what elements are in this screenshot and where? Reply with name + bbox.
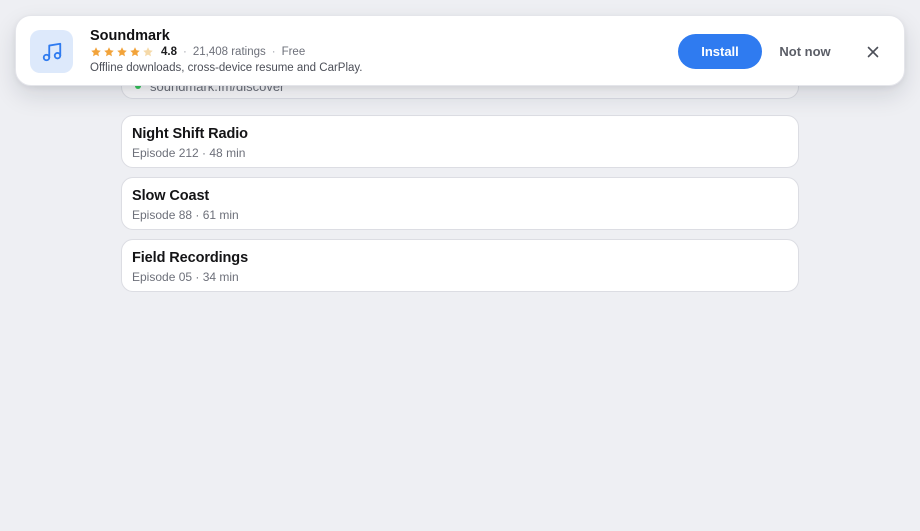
rating-row: 4.8 · 21,408 ratings · Free — [90, 46, 305, 58]
episode-meta: Episode 212 · 48 min — [132, 146, 246, 160]
episode-card-night-shift-radio[interactable]: Night Shift Radio Episode 212 · 48 min — [121, 115, 799, 168]
app-tagline: Offline downloads, cross-device resume a… — [90, 62, 363, 74]
episode-title: Night Shift Radio — [132, 126, 248, 142]
star-icon — [130, 47, 140, 57]
separator: · — [183, 46, 187, 58]
star-icon — [91, 47, 101, 57]
music-note-icon — [42, 42, 61, 61]
episode-card-slow-coast[interactable]: Slow Coast Episode 88 · 61 min — [121, 177, 799, 230]
episode-title: Field Recordings — [132, 250, 249, 266]
price-label: Free — [281, 46, 306, 58]
star-icon — [117, 47, 127, 57]
not-now-button[interactable]: Not now — [768, 34, 842, 69]
star-half-icon — [143, 47, 153, 57]
ratings-count: 21,408 ratings — [192, 46, 266, 58]
episode-meta: Episode 88 · 61 min — [132, 208, 239, 222]
app-icon — [30, 30, 73, 73]
rating-value: 4.8 — [161, 46, 177, 58]
close-button[interactable] — [860, 39, 886, 65]
app-install-banner: Soundmark 4.8 · 21,408 ratings · Free Of… — [15, 15, 905, 86]
app-name: Soundmark — [90, 28, 170, 44]
close-icon — [867, 46, 879, 58]
star-rating — [90, 46, 154, 58]
star-icon — [104, 47, 114, 57]
install-button[interactable]: Install — [678, 34, 762, 69]
episode-title: Slow Coast — [132, 188, 210, 204]
separator: · — [271, 46, 276, 58]
episode-card-field-recordings[interactable]: Field Recordings Episode 05 · 34 min — [121, 239, 799, 292]
episode-meta: Episode 05 · 34 min — [132, 270, 239, 284]
